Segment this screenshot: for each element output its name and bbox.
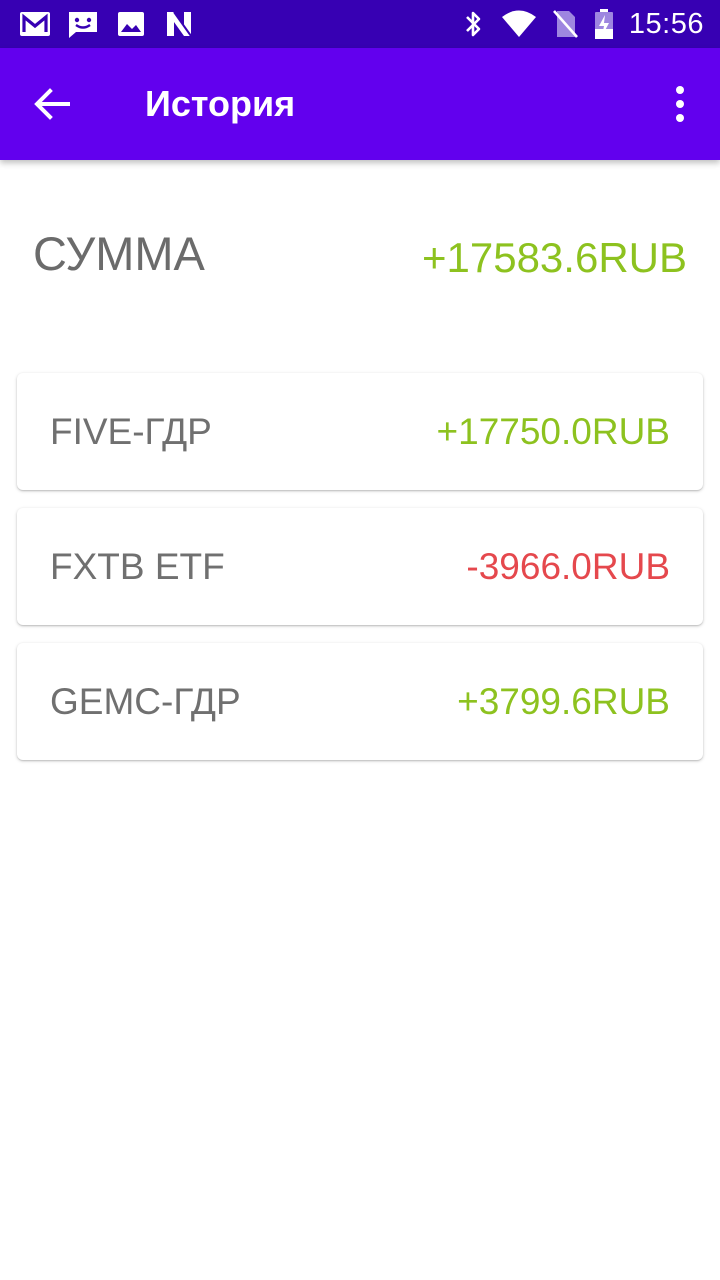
history-item-five-gdr[interactable]: FIVE-ГДР +17750.0RUB <box>17 373 703 490</box>
message-icon <box>66 8 100 40</box>
no-sim-icon <box>551 9 579 39</box>
item-value: +17750.0RUB <box>436 411 670 452</box>
item-name: FXTB ETF <box>50 546 225 587</box>
item-name: FIVE-ГДР <box>50 411 212 452</box>
status-bar: 15:56 <box>0 0 720 48</box>
wifi-icon <box>501 9 537 39</box>
history-item-gemc-gdr[interactable]: GEMC-ГДР +3799.6RUB <box>17 643 703 760</box>
item-value: -3966.0RUB <box>466 546 670 587</box>
history-list: FIVE-ГДР +17750.0RUB FXTB ETF -3966.0RUB… <box>17 373 703 778</box>
notification-icons <box>18 8 196 40</box>
app-bar: История <box>0 48 720 160</box>
back-button[interactable] <box>28 80 76 128</box>
gmail-icon <box>18 8 52 40</box>
system-icons: 15:56 <box>459 6 704 42</box>
item-value: +3799.6RUB <box>457 681 670 722</box>
image-icon <box>114 8 148 40</box>
bluetooth-icon <box>459 9 487 39</box>
summary-label: СУММА <box>33 227 205 280</box>
arrow-left-icon <box>34 88 70 120</box>
battery-charging-icon <box>593 9 615 39</box>
clock: 15:56 <box>628 7 704 40</box>
more-vert-icon <box>676 86 684 122</box>
summary-value: +17583.6RUB <box>421 234 687 281</box>
n-icon <box>162 8 196 40</box>
overflow-menu-button[interactable] <box>664 80 696 128</box>
page-title: История <box>145 83 296 124</box>
item-name: GEMC-ГДР <box>50 681 241 722</box>
history-item-fxtb-etf[interactable]: FXTB ETF -3966.0RUB <box>17 508 703 625</box>
